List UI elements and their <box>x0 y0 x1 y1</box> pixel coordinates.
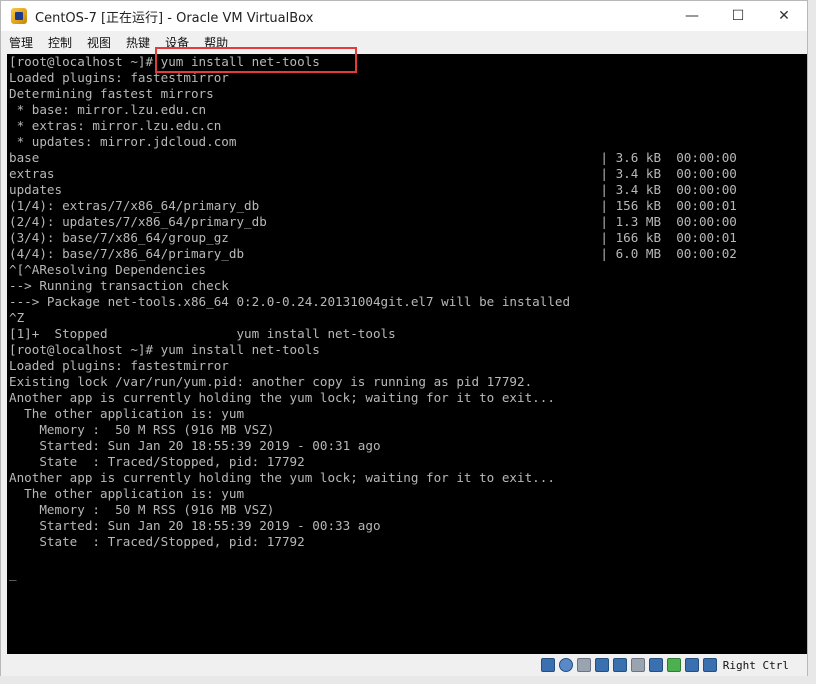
console-line: * updates: mirror.jdcloud.com <box>9 134 237 149</box>
window-controls: — ☐ ✕ <box>669 1 807 31</box>
menu-manage[interactable]: 管理 <box>9 32 33 53</box>
console-line: The other application is: yum <box>9 486 245 501</box>
hard-disk-icon[interactable] <box>540 658 555 672</box>
console-line: Loaded plugins: fastestmirror <box>9 358 229 373</box>
console-line: [root@localhost ~]# yum install net-tool… <box>9 342 320 357</box>
console-line: State : Traced/Stopped, pid: 17792 <box>9 454 305 469</box>
close-button[interactable]: ✕ <box>761 1 807 31</box>
audio-icon[interactable] <box>576 658 591 672</box>
console-line: Determining fastest mirrors <box>9 86 214 101</box>
virtualbox-window: CentOS-7 [正在运行] - Oracle VM VirtualBox —… <box>0 0 808 676</box>
console-line: _ <box>9 566 17 581</box>
console-line: Loaded plugins: fastestmirror <box>9 70 229 85</box>
menu-devices[interactable]: 设备 <box>165 32 189 53</box>
mouse-integration-icon[interactable] <box>702 658 717 672</box>
menu-help[interactable]: 帮助 <box>204 32 228 53</box>
console-line: (3/4): base/7/x86_64/group_gz | 166 kB 0… <box>9 230 737 245</box>
console-line: (4/4): base/7/x86_64/primary_db | 6.0 MB… <box>9 246 737 261</box>
menu-view[interactable]: 视图 <box>87 32 111 53</box>
console-line: (2/4): updates/7/x86_64/primary_db | 1.3… <box>9 214 737 229</box>
console-line: [1]+ Stopped yum install net-tools <box>9 326 396 341</box>
status-bar: Right Ctrl <box>1 654 807 676</box>
vm-console-screen[interactable]: [root@localhost ~]# yum install net-tool… <box>7 54 807 654</box>
console-output: [root@localhost ~]# yum install net-tool… <box>7 54 807 582</box>
usb-icon[interactable] <box>612 658 627 672</box>
console-line: Started: Sun Jan 20 18:55:39 2019 - 00:3… <box>9 518 381 533</box>
console-line: Memory : 50 M RSS (916 MB VSZ) <box>9 422 275 437</box>
console-line: (1/4): extras/7/x86_64/primary_db | 156 … <box>9 198 737 213</box>
window-title: CentOS-7 [正在运行] - Oracle VM VirtualBox <box>35 10 314 26</box>
console-line: * base: mirror.lzu.edu.cn <box>9 102 207 117</box>
console-line: Started: Sun Jan 20 18:55:39 2019 - 00:3… <box>9 438 381 453</box>
optical-drive-icon[interactable] <box>558 658 573 672</box>
console-line: [root@localhost ~]# yum install net-tool… <box>9 54 320 69</box>
console-line: State : Traced/Stopped, pid: 17792 <box>9 534 305 549</box>
network-icon[interactable] <box>594 658 609 672</box>
console-line: The other application is: yum <box>9 406 245 421</box>
desktop-background-right <box>808 0 816 684</box>
video-capture-icon[interactable] <box>666 658 681 672</box>
maximize-button[interactable]: ☐ <box>715 1 761 31</box>
console-line: updates | 3.4 kB 00:00:00 <box>9 182 737 197</box>
shared-folders-icon[interactable] <box>630 658 645 672</box>
console-line: base | 3.6 kB 00:00:00 <box>9 150 737 165</box>
menu-control[interactable]: 控制 <box>48 32 72 53</box>
console-line: --> Running transaction check <box>9 278 229 293</box>
console-line: ^[^AResolving Dependencies <box>9 262 207 277</box>
desktop-background-bottom <box>0 676 816 684</box>
virtualbox-app-icon <box>11 8 27 24</box>
console-line: Another app is currently holding the yum… <box>9 390 555 405</box>
console-line: Memory : 50 M RSS (916 MB VSZ) <box>9 502 275 517</box>
host-key-label: Right Ctrl <box>722 658 789 672</box>
console-line: Existing lock /var/run/yum.pid: another … <box>9 374 533 389</box>
menu-hotkeys[interactable]: 热键 <box>126 32 150 53</box>
cpu-icon[interactable] <box>684 658 699 672</box>
menu-bar: 管理 控制 视图 热键 设备 帮助 <box>1 31 807 53</box>
console-line: extras | 3.4 kB 00:00:00 <box>9 166 737 181</box>
title-bar: CentOS-7 [正在运行] - Oracle VM VirtualBox —… <box>1 1 807 31</box>
console-line: ^Z <box>9 310 25 325</box>
console-line: ---> Package net-tools.x86_64 0:2.0-0.24… <box>9 294 571 309</box>
display-icon[interactable] <box>648 658 663 672</box>
console-line: * extras: mirror.lzu.edu.cn <box>9 118 222 133</box>
console-line: Another app is currently holding the yum… <box>9 470 555 485</box>
minimize-button[interactable]: — <box>669 1 715 31</box>
